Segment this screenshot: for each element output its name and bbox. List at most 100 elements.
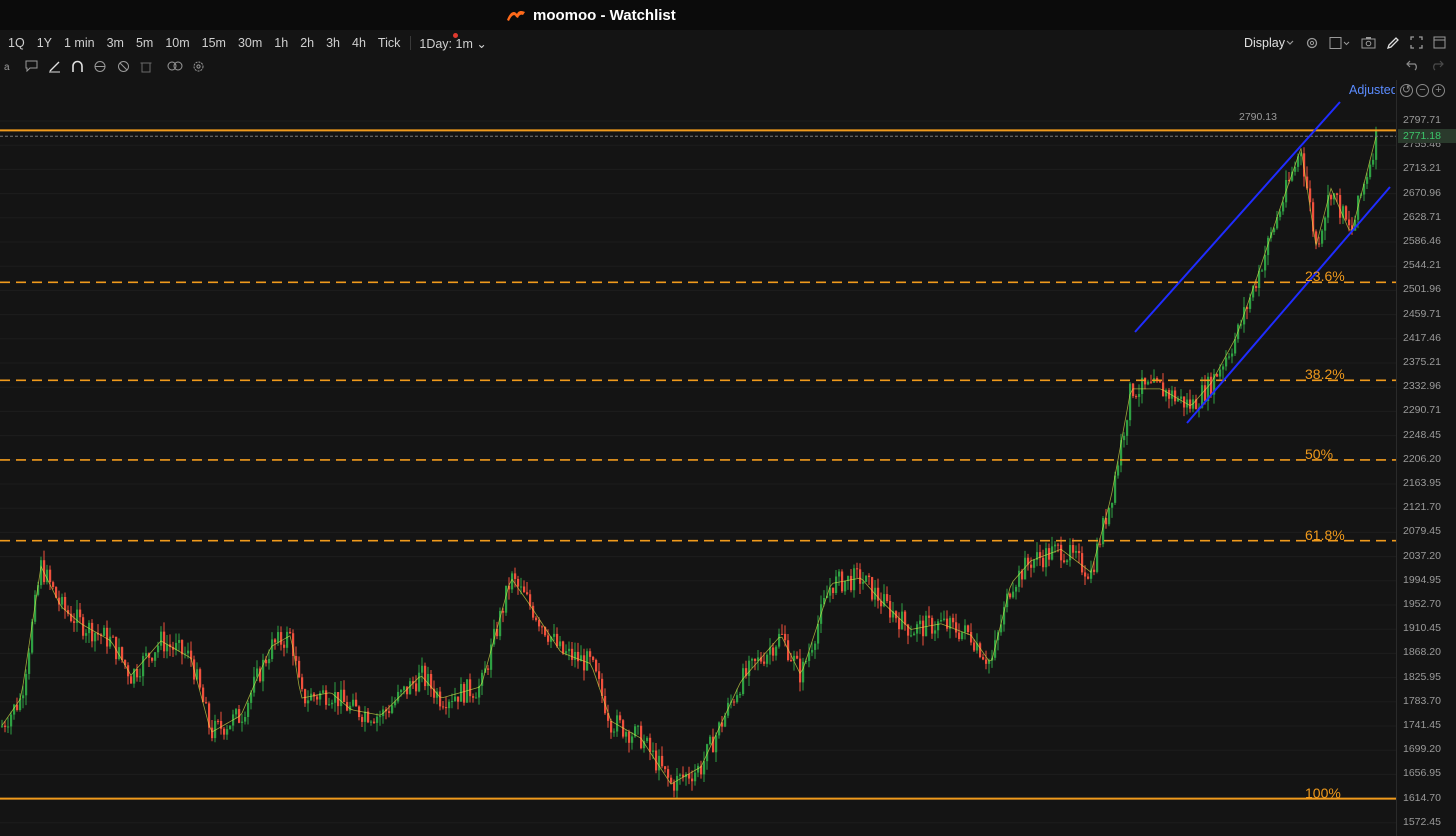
candle-body	[943, 618, 946, 621]
period-5[interactable]: 10m	[165, 36, 189, 50]
candle-body	[553, 633, 556, 637]
display-dropdown[interactable]: Display	[1244, 36, 1295, 50]
price-tick: 2586.46	[1403, 235, 1441, 247]
candle-body	[1228, 356, 1231, 358]
candle-body	[1126, 420, 1129, 436]
period-7[interactable]: 30m	[238, 36, 262, 50]
layout-button[interactable]	[1329, 36, 1351, 50]
hide-icon[interactable]	[115, 58, 131, 74]
candle-body	[1255, 286, 1258, 289]
candle-body	[940, 620, 943, 622]
candle-body	[304, 689, 307, 704]
candle-body	[802, 661, 805, 683]
candle-body	[451, 701, 454, 703]
candle-body	[1072, 545, 1075, 553]
candle-body	[271, 639, 274, 660]
candle-body	[142, 656, 145, 677]
candle-body	[178, 640, 181, 643]
price-tick: 2121.70	[1403, 501, 1441, 514]
period-11[interactable]: 4h	[352, 36, 366, 50]
candle-body	[256, 668, 259, 677]
candle-body	[319, 692, 322, 700]
price-chart[interactable]	[0, 80, 1456, 836]
candle-body	[1057, 544, 1060, 546]
candle-body	[226, 729, 229, 735]
candle-body	[565, 651, 568, 654]
link-icon[interactable]	[167, 58, 183, 74]
comment-icon[interactable]	[23, 58, 39, 74]
settings-button[interactable]	[1305, 36, 1319, 50]
period-2[interactable]: 1 min	[64, 36, 95, 50]
draw-button[interactable]	[1386, 36, 1400, 50]
candle-body	[151, 657, 154, 661]
candle-body	[502, 611, 505, 613]
candle-body	[1060, 544, 1063, 561]
candle-body	[547, 635, 550, 642]
period-4[interactable]: 5m	[136, 36, 153, 50]
candle-body	[694, 772, 697, 782]
candlestick-series	[1, 126, 1378, 799]
candle-body	[934, 630, 937, 634]
candle-body	[139, 676, 142, 678]
candle-body	[733, 701, 736, 703]
candle-body	[355, 699, 358, 707]
period-12[interactable]: Tick	[378, 36, 400, 50]
candle-body	[25, 673, 28, 696]
candle-body	[112, 636, 115, 638]
period-list: 1Q 1Y 1 min 3m 5m 10m 15m 30m 1h 2h 3h 4h Tick 1Day: …	[0, 34, 491, 52]
candle-body	[1366, 177, 1369, 184]
zoom-in-icon[interactable]: +	[1432, 84, 1445, 97]
selected-period-dropdown[interactable]: 1Day: 1m ⌄	[419, 36, 486, 51]
redo-icon[interactable]	[1430, 59, 1444, 71]
text-tool-icon[interactable]: a	[0, 58, 16, 74]
candle-body	[928, 615, 931, 618]
candle-body	[247, 702, 250, 718]
candle-body	[1324, 217, 1327, 231]
candle-body	[487, 668, 490, 670]
candle-body	[1222, 366, 1225, 370]
line-tool-icon[interactable]	[46, 58, 62, 74]
window-button[interactable]	[1433, 36, 1446, 49]
candle-body	[361, 717, 364, 722]
candle-body	[1372, 159, 1375, 165]
price-tick: 2332.96	[1403, 380, 1441, 393]
candle-body	[49, 569, 52, 583]
period-separator	[410, 36, 412, 50]
zoom-out-icon[interactable]: −	[1416, 84, 1429, 97]
visibility-icon[interactable]	[92, 58, 108, 74]
trash-icon[interactable]	[138, 58, 154, 74]
period-9[interactable]: 2h	[300, 36, 314, 50]
price-tick: 2290.71	[1403, 404, 1441, 417]
period-3[interactable]: 3m	[107, 36, 124, 50]
candle-body	[1375, 130, 1378, 160]
price-tick: 2544.21	[1403, 259, 1441, 272]
candle-body	[817, 623, 820, 644]
candle-body	[103, 627, 106, 636]
period-10[interactable]: 3h	[326, 36, 340, 50]
period-0[interactable]: 1Q	[8, 36, 25, 50]
candle-body	[1216, 374, 1219, 377]
candle-body	[52, 582, 55, 588]
candle-body	[748, 660, 751, 676]
candle-body	[157, 645, 160, 653]
gear-icon[interactable]	[190, 58, 206, 74]
candle-body	[784, 633, 787, 641]
candle-body	[1045, 548, 1048, 568]
magnet-icon[interactable]	[69, 58, 85, 74]
candle-body	[1030, 564, 1033, 568]
candle-body	[679, 774, 682, 776]
adjusted-label[interactable]: Adjusted	[1349, 83, 1395, 97]
period-8[interactable]: 1h	[274, 36, 288, 50]
candle-body	[610, 720, 613, 733]
price-tick: 1656.95	[1403, 767, 1441, 780]
period-1[interactable]: 1Y	[37, 36, 52, 50]
screenshot-button[interactable]	[1361, 36, 1376, 49]
moomoo-logo-icon	[507, 10, 525, 21]
candle-body	[1, 725, 4, 727]
reset-zoom-icon[interactable]: ↺	[1400, 84, 1413, 97]
fullscreen-button[interactable]	[1410, 36, 1423, 49]
candle-body	[1084, 572, 1087, 577]
undo-icon[interactable]	[1406, 59, 1420, 71]
candle-body	[469, 679, 472, 697]
period-6[interactable]: 15m	[202, 36, 226, 50]
